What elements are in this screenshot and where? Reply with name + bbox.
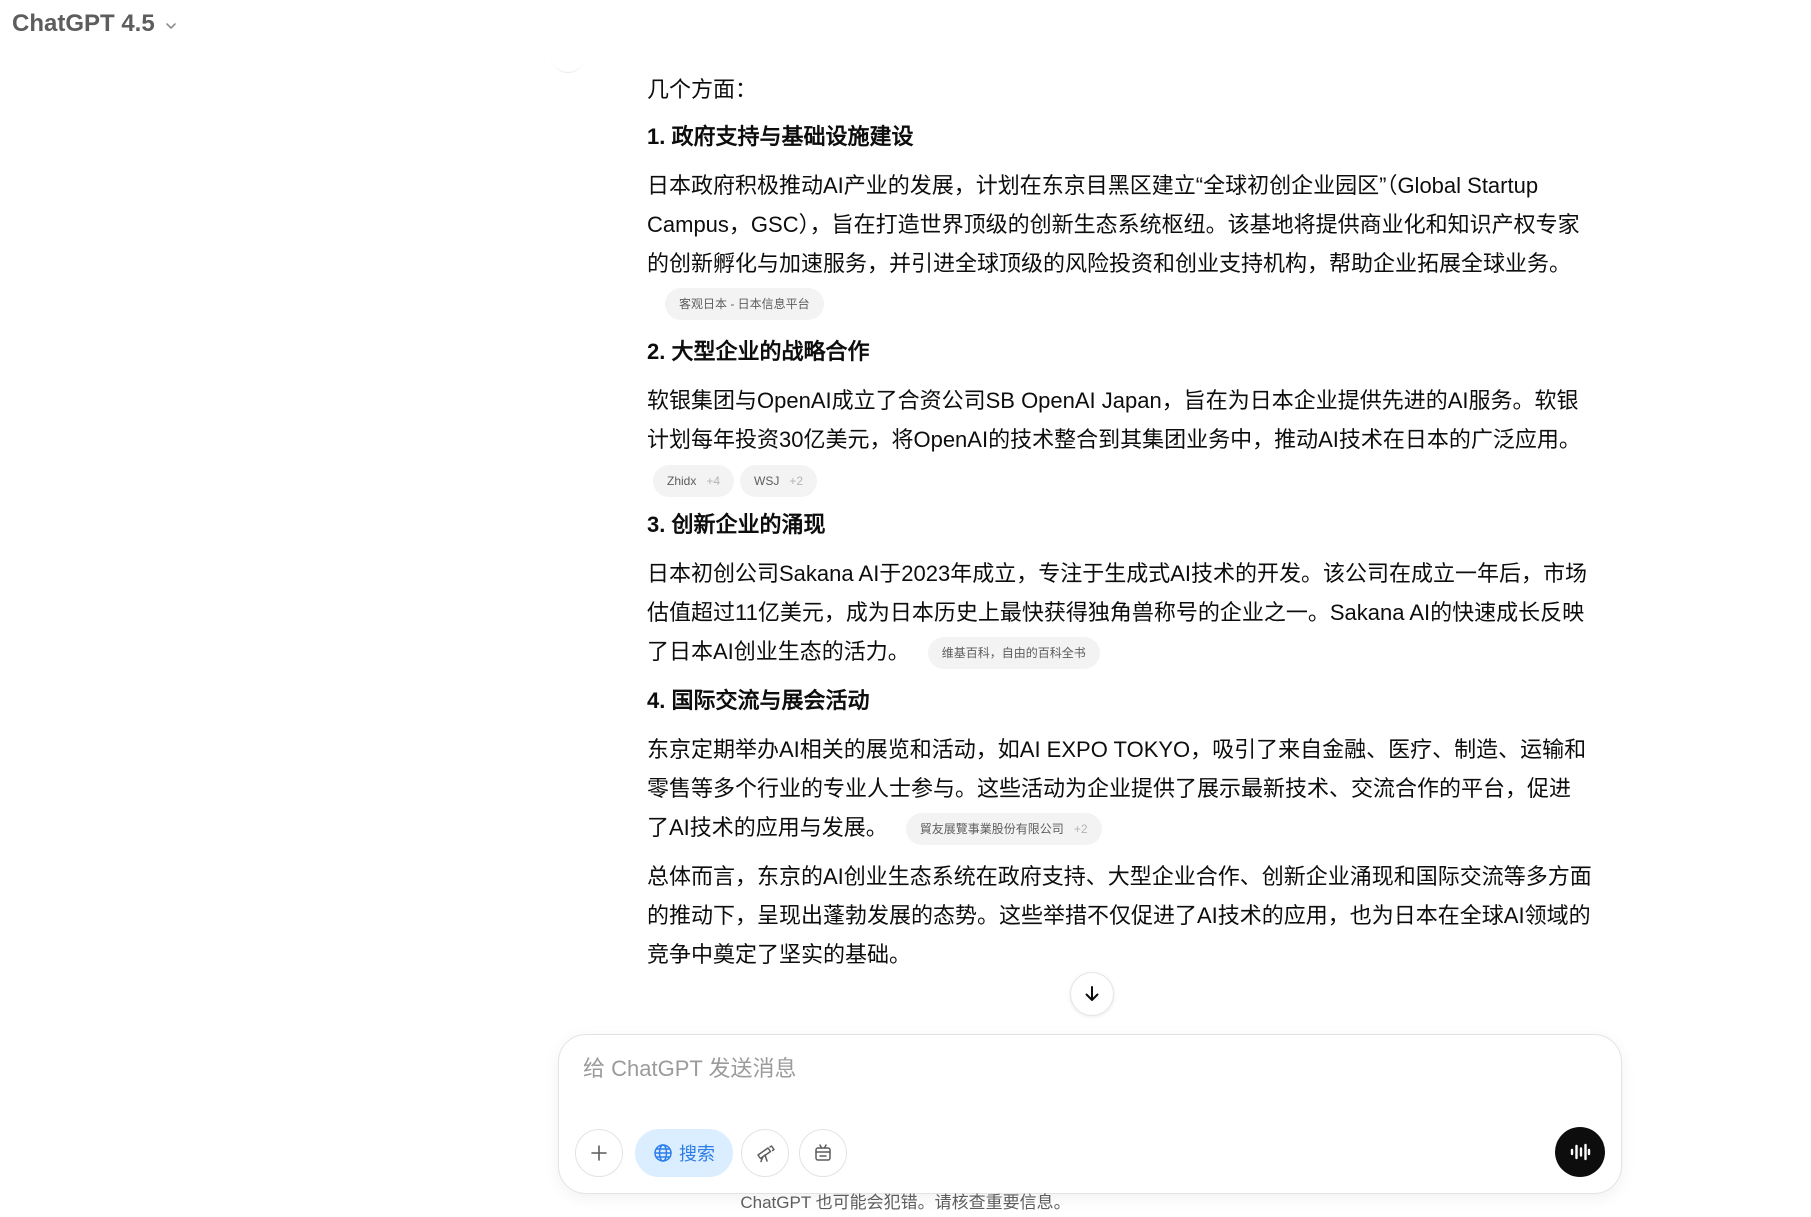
message-input[interactable] (581, 1055, 1585, 1083)
citation-row: Zhidx +4 WSJ +2 (653, 465, 1592, 497)
arrow-down-icon (1085, 986, 1099, 1001)
section-heading: 4. 国际交流与展会活动 (647, 688, 870, 713)
voice-mode-button[interactable] (1555, 1127, 1605, 1177)
deep-research-button[interactable] (741, 1129, 789, 1177)
section-heading: 3. 创新企业的涌现 (647, 512, 826, 537)
globe-icon (654, 1144, 672, 1162)
canvas-button[interactable] (799, 1129, 847, 1177)
voice-waveform-icon (1570, 1143, 1591, 1161)
section-paragraph: 日本政府积极推动AI产业的发展，计划在东京目黑区建立“全球初创企业园区”（Glo… (647, 166, 1592, 322)
search-toggle-button[interactable]: 搜索 (635, 1129, 733, 1177)
section-paragraph: 软银集团与OpenAI成立了合资公司SB OpenAI Japan，旨在为日本企… (647, 388, 1581, 452)
add-attachment-button[interactable] (575, 1129, 623, 1177)
model-label: ChatGPT 4.5 (12, 10, 155, 37)
telescope-icon (757, 1145, 775, 1163)
scroll-to-bottom-button[interactable] (1070, 972, 1114, 1016)
citation-chip[interactable]: 客观日本 - 日本信息平台 (665, 288, 824, 321)
chat-page: ChatGPT 4.5 几个方面： 1. 政府支持与基础设施建设 日本政府积极推… (0, 0, 1811, 1217)
citation-chip[interactable]: 貿友展覽事業股份有限公司 +2 (905, 813, 1102, 846)
search-label: 搜索 (679, 1144, 715, 1164)
section-paragraph: 东京定期举办AI相关的展览和活动，如AI EXPO TOKYO，吸引了来自金融、… (647, 730, 1592, 847)
conclusion-paragraph: 总体而言，东京的AI创业生态系统在政府支持、大型企业合作、创新企业涌现和国际交流… (647, 864, 1592, 967)
section-heading: 1. 政府支持与基础设施建设 (647, 124, 914, 149)
section-heading: 2. 大型企业的战略合作 (647, 339, 870, 364)
model-switcher[interactable]: ChatGPT 4.5 (12, 10, 179, 38)
citation-chip[interactable]: Zhidx +4 (653, 465, 735, 497)
chevron-down-icon (165, 23, 176, 29)
citation-chip[interactable]: WSJ +2 (740, 465, 818, 497)
plus-icon (591, 1145, 607, 1161)
assistant-avatar (551, 46, 585, 73)
assistant-message: 几个方面： 1. 政府支持与基础设施建设 日本政府积极推动AI产业的发展，计划在… (647, 70, 1592, 984)
section-paragraph: 日本初创公司Sakana AI于2023年成立，专注于生成式AI技术的开发。该公… (647, 554, 1592, 671)
canvas-icon (815, 1144, 831, 1161)
message-composer: 搜索 (558, 1034, 1622, 1194)
message-lead: 几个方面： (647, 77, 758, 102)
citation-chip[interactable]: 维基百科，自由的百科全书 (927, 637, 1100, 670)
footer-disclaimer: ChatGPT 也可能会犯错。请核查重要信息。 (740, 1193, 1071, 1212)
